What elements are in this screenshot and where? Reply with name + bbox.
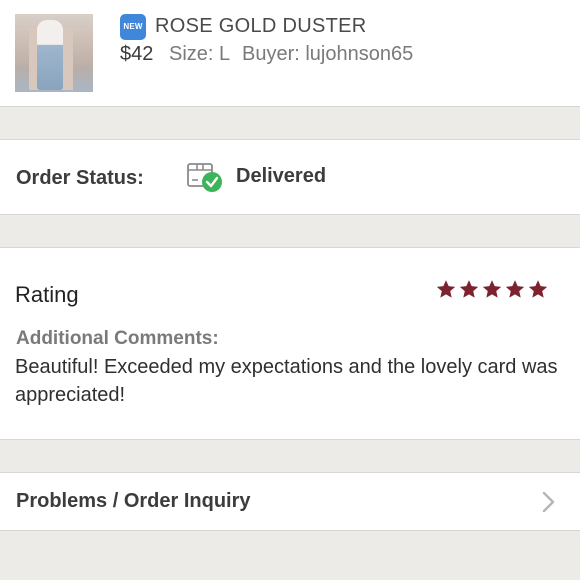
product-card[interactable]: NEW ROSE GOLD DUSTER $42 Size: L Buyer: … <box>0 0 580 107</box>
product-price: $42 <box>120 43 154 65</box>
rating-card: Rating Additional Comments: Beautiful! E… <box>0 247 580 440</box>
star-icon <box>436 280 456 298</box>
chevron-right-icon[interactable] <box>540 490 556 514</box>
order-status-value: Delivered <box>236 165 327 187</box>
star-icon <box>459 280 479 298</box>
product-size: Size: L <box>169 43 231 65</box>
new-badge-icon: NEW <box>120 14 146 40</box>
delivered-box-icon <box>187 163 222 192</box>
order-status-label: Order Status: <box>16 167 144 189</box>
comments-text: Beautiful! Exceeded my expectations and … <box>15 356 558 406</box>
product-title: ROSE GOLD DUSTER <box>155 15 367 37</box>
order-status-card: Order Status: Delivered <box>0 139 580 215</box>
rating-stars <box>436 279 551 299</box>
comments-label: Additional Comments: <box>16 328 219 349</box>
star-icon <box>528 280 548 298</box>
problems-inquiry-row[interactable]: Problems / Order Inquiry <box>0 472 580 531</box>
product-thumbnail[interactable] <box>15 14 93 92</box>
star-icon <box>482 280 502 298</box>
product-buyer: Buyer: lujohnson65 <box>242 43 414 65</box>
problems-inquiry-label: Problems / Order Inquiry <box>16 490 251 512</box>
rating-label: Rating <box>15 282 79 307</box>
star-icon <box>505 280 525 298</box>
